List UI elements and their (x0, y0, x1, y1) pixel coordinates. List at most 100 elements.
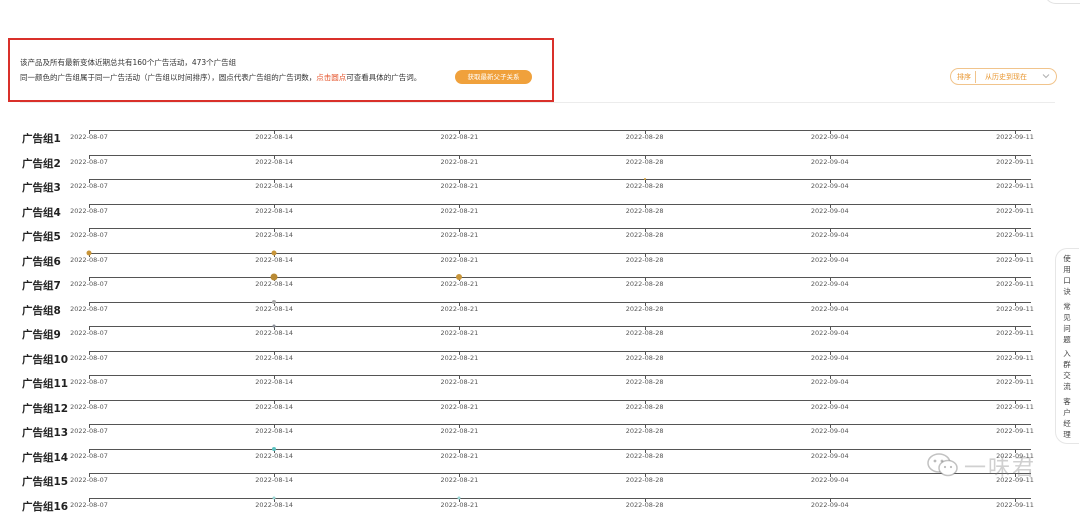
timeline-date-label: 2022-08-14 (255, 231, 294, 239)
info-description-prefix: 同一颜色的广告组属于同一广告活动（广告组以时间排序），圆点代表广告组的广告词数， (20, 73, 317, 82)
timeline-date-label: 2022-08-07 (70, 402, 108, 411)
side-item-faq[interactable]: 常见问题 (1062, 301, 1072, 345)
timeline-date-label: 2022-08-28 (625, 378, 664, 386)
timeline-date-label: 2022-08-14 (255, 402, 294, 411)
timeline-date-label: 2022-08-07 (70, 157, 108, 166)
timeline-axis-line (89, 350, 1031, 352)
timeline-date-label: 2022-09-11 (996, 378, 1034, 386)
keyword-count-dot[interactable] (272, 299, 277, 304)
timeline-date-label: 2022-08-21 (440, 451, 479, 460)
timeline-date-label: 2022-08-21 (440, 182, 479, 190)
info-click-dot-hint: 点击圆点 (316, 73, 347, 82)
timeline-date-label: 2022-08-07 (70, 353, 108, 362)
timeline-axis-line (89, 130, 1031, 131)
timeline-date-label: 2022-08-28 (625, 304, 664, 313)
ad-group-label: 广告组11 (22, 378, 69, 390)
keyword-count-dot[interactable] (457, 496, 461, 499)
timeline-date-label: 2022-08-28 (625, 182, 664, 190)
timeline-axis-line (89, 448, 1031, 450)
ad-group-label: 广告组6 (22, 255, 61, 268)
timeline-date-label: 2022-08-28 (625, 157, 664, 166)
ad-group-label: 广告组5 (22, 231, 61, 243)
ad-group-label: 广告组12 (22, 402, 69, 415)
ad-group-label: 广告组3 (22, 182, 61, 194)
timeline-date-label: 2022-08-14 (255, 329, 294, 337)
timeline-date-label: 2022-08-28 (625, 500, 664, 509)
side-item-usage-tips[interactable]: 使用口诀 (1062, 253, 1072, 297)
timeline-date-label: 2022-08-07 (70, 206, 108, 215)
sort-label: 排序 (953, 71, 976, 83)
ad-group-label: 广告组8 (22, 304, 61, 317)
timeline-date-label: 2022-08-21 (440, 133, 479, 141)
timeline-axis-line (89, 326, 1031, 327)
timeline-date-label: 2022-09-04 (810, 157, 849, 166)
timeline-date-label: 2022-08-14 (255, 304, 294, 313)
timeline-date-label: 2022-08-28 (625, 353, 664, 362)
timeline-date-label: 2022-08-28 (625, 451, 664, 460)
timeline-date-label: 2022-09-04 (810, 378, 849, 386)
keyword-count-dot[interactable] (86, 250, 92, 255)
timeline-date-label: 2022-09-11 (996, 353, 1034, 362)
timeline-date-label: 2022-08-21 (440, 329, 479, 337)
timeline-date-label: 2022-09-04 (810, 402, 849, 411)
timeline-date-label: 2022-09-11 (996, 255, 1034, 264)
timeline-date-label: 2022-08-07 (70, 451, 108, 460)
timeline-date-label: 2022-08-14 (255, 206, 294, 215)
keyword-count-dot[interactable] (272, 496, 276, 499)
get-parent-child-button[interactable]: 获取最新父子关系 (455, 70, 532, 84)
keyword-count-dot[interactable] (456, 274, 463, 280)
timeline-date-label: 2022-08-28 (625, 329, 664, 337)
timeline-date-label: 2022-09-11 (996, 157, 1034, 166)
timeline-date-label: 2022-08-21 (440, 353, 479, 362)
timeline-date-label: 2022-09-11 (996, 206, 1034, 215)
section-divider (20, 102, 1055, 103)
wechat-watermark-icon (927, 453, 958, 477)
ad-group-label: 广告组7 (22, 280, 61, 292)
timeline-date-label: 2022-09-04 (810, 427, 849, 435)
timeline-date-label: 2022-08-14 (255, 255, 294, 264)
timeline-date-label: 2022-09-04 (810, 133, 849, 141)
timeline-axis-line (89, 228, 1031, 229)
timeline-date-label: 2022-08-21 (440, 304, 479, 313)
timeline-date-label: 2022-08-14 (255, 378, 294, 386)
timeline-axis-line (89, 473, 1031, 474)
side-item-account-manager[interactable]: 客户经理 (1062, 396, 1072, 440)
timeline-date-label: 2022-09-04 (810, 206, 849, 215)
timeline-date-label: 2022-08-14 (255, 133, 294, 141)
timeline-date-label: 2022-09-04 (810, 353, 849, 362)
timeline-date-label: 2022-08-21 (440, 280, 479, 288)
timeline-date-label: 2022-08-28 (625, 231, 664, 239)
timeline-axis-line (89, 301, 1031, 303)
timeline-date-label: 2022-09-11 (996, 231, 1034, 239)
chevron-down-icon[interactable] (1040, 70, 1052, 82)
timeline-axis-line (89, 179, 1031, 180)
timeline-date-label: 2022-08-21 (440, 206, 479, 215)
timeline-axis-line (89, 399, 1031, 401)
keyword-count-dot[interactable] (272, 446, 277, 451)
sort-value[interactable]: 从历史到现在 (985, 71, 1027, 83)
timeline-date-label: 2022-08-14 (255, 500, 294, 509)
keyword-count-dot[interactable] (270, 273, 278, 281)
timeline-date-label: 2022-09-11 (996, 500, 1034, 509)
timeline-date-label: 2022-08-07 (70, 329, 108, 337)
timeline-date-label: 2022-08-28 (625, 206, 664, 215)
timeline-date-label: 2022-09-11 (996, 304, 1034, 313)
timeline-axis-line (89, 154, 1031, 156)
timeline-date-label: 2022-08-07 (70, 500, 108, 509)
watermark-text: 一味君 (964, 456, 1037, 481)
timeline-date-label: 2022-09-04 (810, 329, 849, 337)
side-item-join-group[interactable]: 入群交流 (1062, 348, 1072, 392)
keyword-count-dot[interactable] (643, 178, 646, 180)
timeline-date-label: 2022-09-04 (810, 304, 849, 313)
ad-group-label: 广告组2 (22, 157, 61, 170)
timeline-date-label: 2022-08-28 (625, 133, 664, 141)
timeline-date-label: 2022-09-04 (810, 255, 849, 264)
timeline-date-label: 2022-08-14 (255, 157, 294, 166)
info-description-suffix: 可查看具体的广告词。 (346, 73, 422, 82)
timeline-date-label: 2022-09-04 (810, 182, 849, 190)
timeline-axis-line (89, 203, 1031, 205)
keyword-count-dot[interactable] (272, 324, 276, 328)
timeline-date-label: 2022-09-11 (996, 182, 1034, 190)
keyword-count-dot[interactable] (271, 250, 277, 255)
timeline-date-label: 2022-08-28 (625, 427, 664, 435)
